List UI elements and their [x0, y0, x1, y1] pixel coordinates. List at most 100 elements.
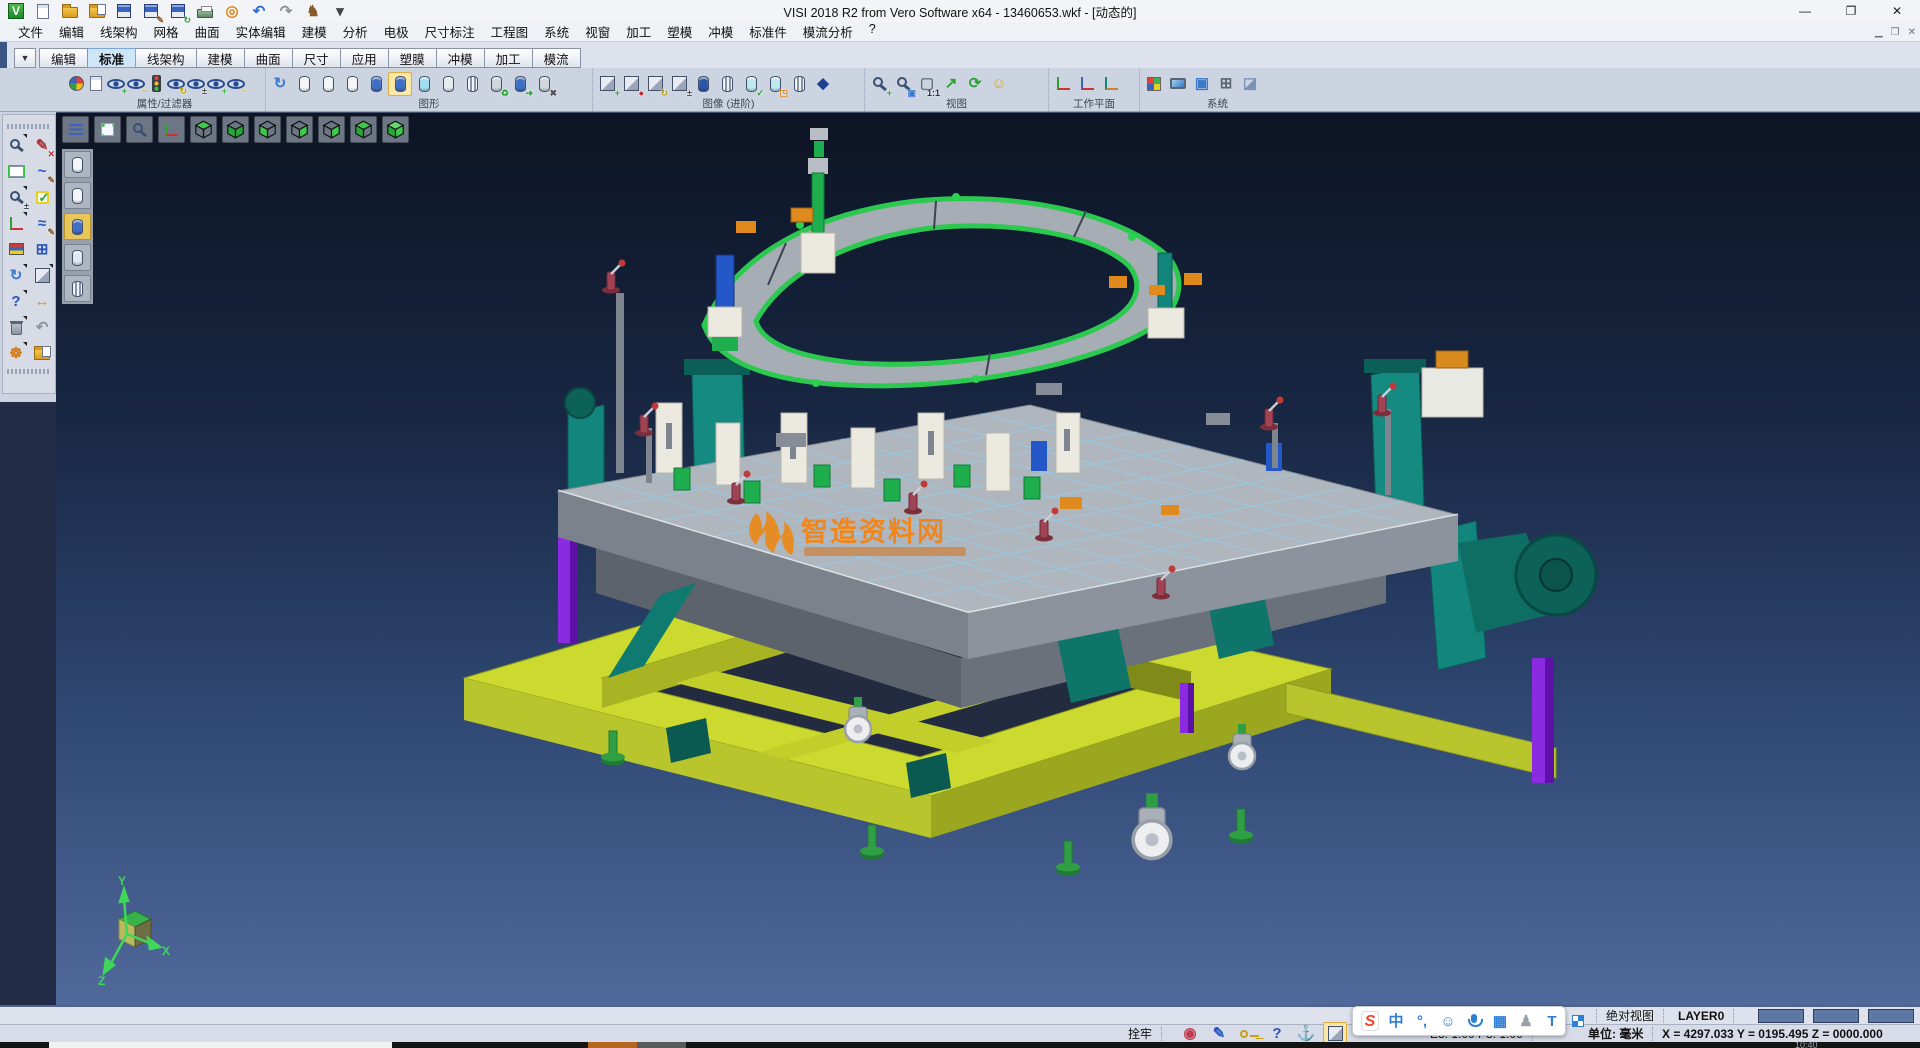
shield-icon[interactable]: ◆	[811, 72, 835, 96]
palette-grip[interactable]	[7, 369, 51, 374]
menu-item-8[interactable]: 电极	[376, 22, 417, 41]
selection-zoom-icon[interactable]	[4, 133, 28, 157]
ribbon-tab-3[interactable]: 建模	[197, 48, 245, 68]
filter-manager-icon[interactable]	[146, 74, 166, 94]
hide-entities-icon[interactable]: −	[226, 74, 246, 94]
spline-edit-icon[interactable]: ≈✎	[30, 211, 54, 235]
menu-item-0[interactable]: 文件	[10, 22, 51, 41]
view-iso-icon[interactable]	[382, 116, 409, 143]
ime-emoji-icon[interactable]: ☺	[1438, 1010, 1458, 1032]
table-icon[interactable]: ⊞	[1214, 72, 1238, 96]
regenerate-icon[interactable]: ↻	[4, 263, 28, 287]
workpiece-part[interactable]	[704, 193, 1179, 387]
ime-toolbox-icon[interactable]	[1568, 1010, 1588, 1032]
taskbar-window-segment[interactable]	[49, 1042, 392, 1048]
curve-edit-icon[interactable]: ~✎	[30, 159, 54, 183]
layer-solid-icon[interactable]	[364, 72, 388, 96]
filter-add-icon[interactable]: +	[106, 74, 126, 94]
ime-keyboard-icon[interactable]: ▦	[1490, 1010, 1510, 1032]
view-back-icon[interactable]	[286, 116, 313, 143]
attributes-icon[interactable]	[66, 74, 86, 94]
system-colors-icon[interactable]	[1142, 72, 1166, 96]
layer-flag-icon[interactable]: ◳	[763, 72, 787, 96]
entity-info-icon[interactable]: ?	[4, 289, 28, 313]
absolute-view-toggle[interactable]: 绝对视图	[1592, 1007, 1668, 1024]
viewport-menu-icon[interactable]	[62, 116, 89, 143]
zoom-dynamic-icon[interactable]: ±	[4, 185, 28, 209]
menu-item-10[interactable]: 工程图	[483, 22, 537, 41]
ime-voice-icon[interactable]	[1464, 1010, 1484, 1032]
ime-toolbar[interactable]: S中°,☺▦♟T	[1352, 1006, 1566, 1036]
taskbar-app-segment[interactable]	[637, 1042, 686, 1048]
undo-gray-icon[interactable]: ↶	[30, 315, 54, 339]
quick-access-options-icon[interactable]: ▾	[328, 0, 352, 23]
menu-item-7[interactable]: 分析	[335, 22, 376, 41]
open-file-icon[interactable]	[58, 0, 82, 23]
view-top-icon[interactable]	[190, 116, 217, 143]
undo-icon[interactable]: ↶	[247, 0, 271, 23]
insert-file-icon[interactable]	[85, 0, 109, 23]
mdi-close-button[interactable]: ✕	[1908, 27, 1916, 38]
mdi-minimize-button[interactable]: ▁	[1875, 27, 1883, 38]
menu-item-15[interactable]: 冲模	[700, 22, 741, 41]
delete-icon[interactable]	[4, 315, 28, 339]
tab-overflow-chevron[interactable]: ▼	[14, 48, 36, 68]
session-icon[interactable]: ♞	[301, 0, 325, 23]
assembly-invert-icon[interactable]: ±	[667, 72, 691, 96]
layer-empty-2-icon[interactable]	[316, 72, 340, 96]
striped-layer-icon[interactable]	[715, 72, 739, 96]
ime-punct-icon[interactable]: °,	[1412, 1010, 1432, 1032]
ribbon-tab-8[interactable]: 冲模	[437, 48, 485, 68]
ribbon-tab-9[interactable]: 加工	[485, 48, 533, 68]
ribbon-tab-1[interactable]: 标准	[88, 48, 136, 68]
palette-grip[interactable]	[7, 124, 51, 129]
new-file-icon[interactable]	[31, 0, 55, 23]
document-manager-icon[interactable]	[30, 341, 54, 365]
ribbon-tab-5[interactable]: 尺寸	[293, 48, 341, 68]
layer-white-icon[interactable]	[436, 72, 460, 96]
active-layer-indicator[interactable]: LAYER0	[1678, 1007, 1738, 1024]
menu-item-4[interactable]: 曲面	[187, 22, 228, 41]
menu-item-13[interactable]: 加工	[618, 22, 659, 41]
selection-box-icon[interactable]	[4, 159, 28, 183]
solid-layer-icon[interactable]	[691, 72, 715, 96]
redraw-icon[interactable]: ↻	[268, 72, 292, 96]
ribbon-tab-6[interactable]: 应用	[341, 48, 389, 68]
rotate-view-icon[interactable]: ⟳	[963, 72, 987, 96]
assembly-manager-icon[interactable]: ●	[619, 72, 643, 96]
show-entities-icon[interactable]: +	[206, 74, 226, 94]
render-smiley-icon[interactable]: ☺	[987, 72, 1011, 96]
display-layer-wire-icon[interactable]	[64, 275, 91, 302]
view-bottom-icon[interactable]	[222, 116, 249, 143]
menu-item-3[interactable]: 网格	[146, 22, 187, 41]
layer-wire-icon[interactable]	[460, 72, 484, 96]
attributes-books-icon[interactable]	[4, 237, 28, 261]
redo-icon[interactable]: ↷	[274, 0, 298, 23]
print-preview-icon[interactable]: ◎	[220, 0, 244, 23]
layer-cyan-icon[interactable]	[412, 72, 436, 96]
close-button[interactable]: ✕	[1874, 0, 1920, 22]
layer-recycle-icon[interactable]: ♻	[484, 72, 508, 96]
ime-wardrobe-icon[interactable]: T	[1542, 1010, 1562, 1032]
view-right-icon[interactable]	[318, 116, 345, 143]
menu-item-18[interactable]: ?	[861, 22, 884, 41]
menu-item-2[interactable]: 线架构	[92, 22, 146, 41]
workplane-new-icon[interactable]	[1051, 72, 1075, 96]
zoom-window-icon[interactable]: ▣	[891, 72, 915, 96]
menu-item-16[interactable]: 标准件	[741, 22, 795, 41]
image-window-icon[interactable]: ▣	[1190, 72, 1214, 96]
mdi-restore-button[interactable]: ❐	[1891, 27, 1900, 38]
scene-3d-fixture[interactable]: 智造资料网 Y X Z	[56, 113, 1920, 1005]
ribbon-tab-0[interactable]: 编辑	[39, 48, 88, 68]
axes-toggle-icon[interactable]	[158, 116, 185, 143]
menu-item-6[interactable]: 建模	[294, 22, 335, 41]
layer-copy-icon[interactable]: ➜	[508, 72, 532, 96]
display-layer-4-icon[interactable]	[64, 244, 91, 271]
ucs-icon[interactable]	[4, 211, 28, 235]
view-front-icon[interactable]	[254, 116, 281, 143]
assembly-add-icon[interactable]: +	[595, 72, 619, 96]
ime-person-icon[interactable]: ♟	[1516, 1010, 1536, 1032]
menu-item-5[interactable]: 实体编辑	[228, 22, 294, 41]
restore-button[interactable]: ❐	[1828, 0, 1874, 22]
save-as-icon[interactable]: ✎	[139, 0, 163, 23]
